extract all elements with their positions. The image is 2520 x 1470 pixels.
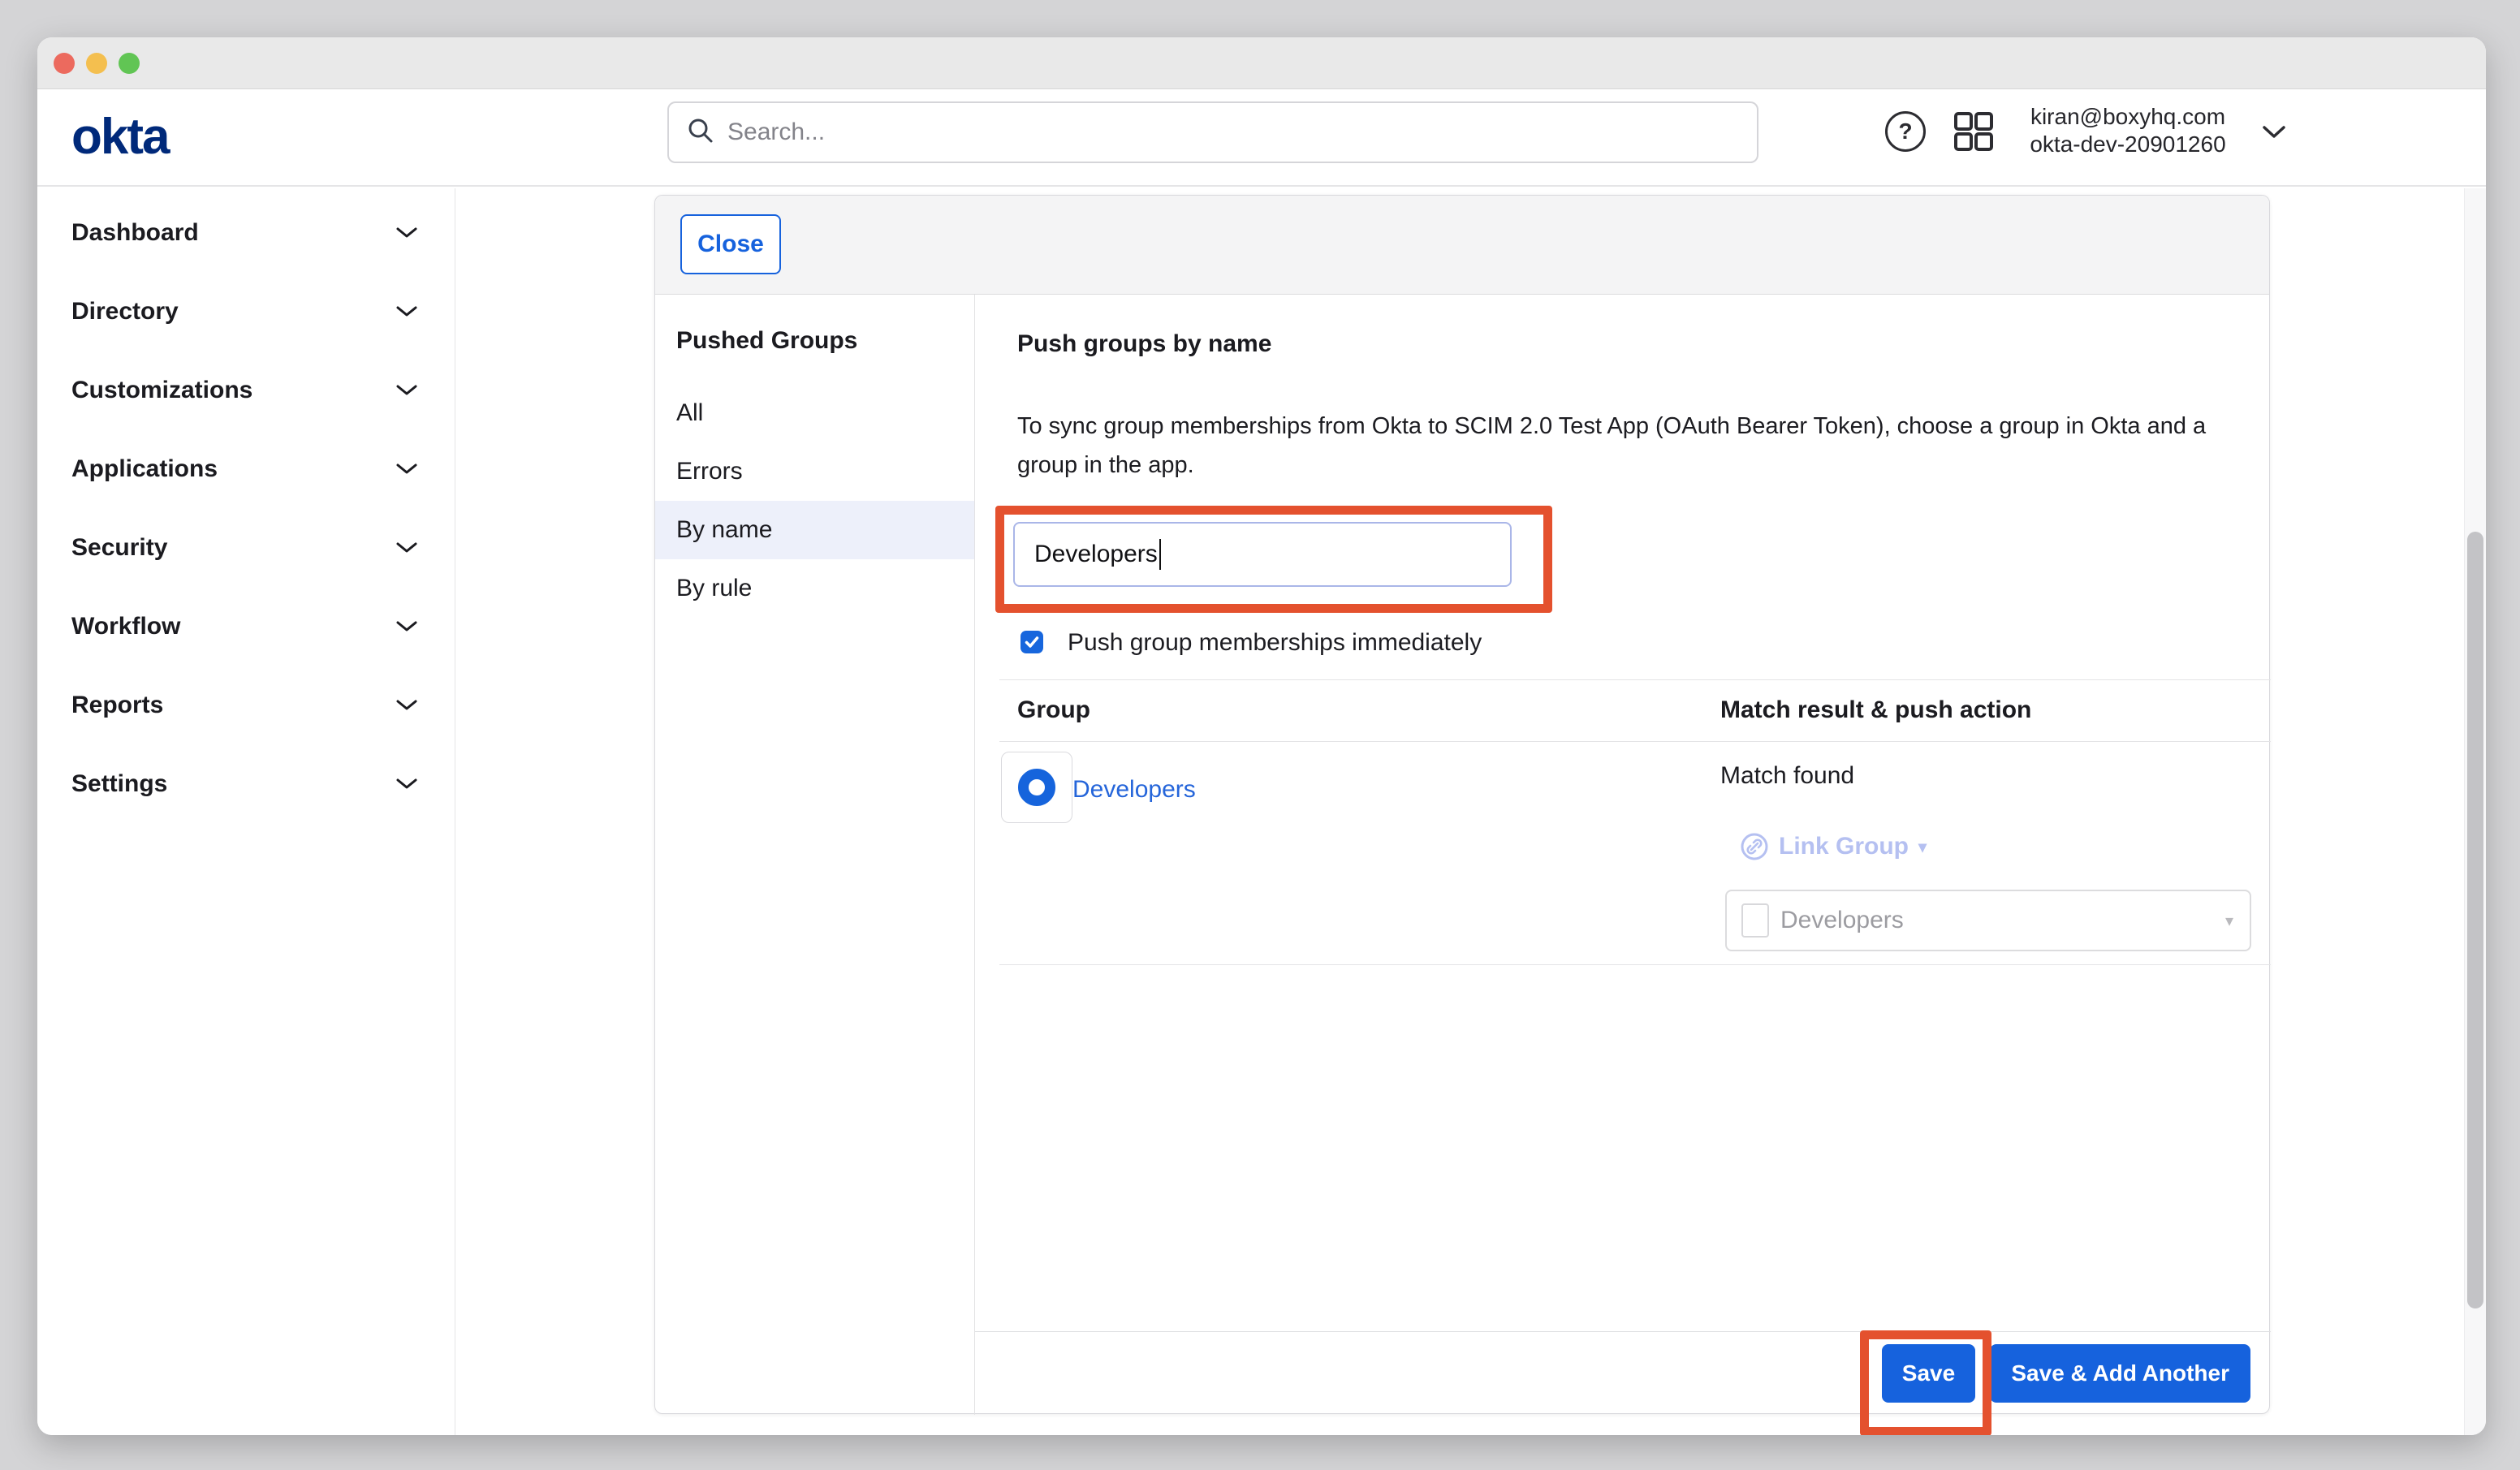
nav-item-by-name[interactable]: By name xyxy=(655,501,974,559)
caret-down-icon: ▾ xyxy=(1918,837,1927,857)
chevron-down-icon xyxy=(396,384,417,396)
column-header-group: Group xyxy=(1017,679,1090,741)
group-name-input[interactable]: Developers xyxy=(1013,522,1512,587)
sidebar-nav: Dashboard Directory Customizations Appli… xyxy=(37,188,455,1435)
chevron-down-icon xyxy=(396,778,417,790)
chevron-down-icon xyxy=(396,463,417,475)
okta-logo: okta xyxy=(71,108,168,166)
link-group-dropdown[interactable]: Link Group ▾ xyxy=(1740,832,1927,861)
nav-item-errors[interactable]: Errors xyxy=(655,442,974,501)
account-org: okta-dev-20901260 xyxy=(2010,131,2246,158)
app-group-value: Developers xyxy=(1780,907,1904,934)
group-name-input-value: Developers xyxy=(1034,541,1158,568)
form-description: To sync group memberships from Okta to S… xyxy=(1017,407,2243,485)
account-email: kiran@boxyhq.com xyxy=(2010,103,2246,131)
table-header-border xyxy=(999,741,2271,742)
link-icon xyxy=(1740,832,1769,861)
zoom-window-button[interactable] xyxy=(119,53,140,74)
column-header-match-result: Match result & push action xyxy=(1720,679,2031,741)
search-icon xyxy=(687,117,714,149)
sidebar-item-applications[interactable]: Applications xyxy=(37,429,455,508)
caret-down-icon: ▾ xyxy=(2225,911,2233,931)
sidebar-item-settings[interactable]: Settings xyxy=(37,744,455,823)
apps-grid-icon[interactable] xyxy=(1953,111,1994,152)
nav-item-all[interactable]: All xyxy=(655,384,974,442)
group-name-link[interactable]: Developers xyxy=(1072,776,1196,804)
sidebar-item-directory[interactable]: Directory xyxy=(37,272,455,351)
account-menu[interactable]: kiran@boxyhq.com okta-dev-20901260 xyxy=(2010,103,2246,158)
close-window-button[interactable] xyxy=(54,53,75,74)
app-header: okta Search... ? kiran@boxyhq.com okta-d… xyxy=(37,90,2486,187)
chevron-down-icon xyxy=(396,226,417,239)
sidebar-item-dashboard[interactable]: Dashboard xyxy=(37,193,455,272)
table-row-border xyxy=(999,964,2271,965)
close-button[interactable]: Close xyxy=(680,214,781,274)
scrollbar-track[interactable] xyxy=(2464,188,2486,1435)
chevron-down-icon xyxy=(396,541,417,554)
chevron-down-icon xyxy=(396,699,417,711)
scrollbar-thumb[interactable] xyxy=(2467,532,2483,1308)
match-status: Match found xyxy=(1720,762,1854,790)
push-immediately-label: Push group memberships immediately xyxy=(1068,629,1482,657)
chevron-down-icon xyxy=(396,305,417,317)
link-group-label: Link Group xyxy=(1779,833,1909,860)
browser-window: okta Search... ? kiran@boxyhq.com okta-d… xyxy=(37,37,2486,1435)
sidebar-item-workflow[interactable]: Workflow xyxy=(37,587,455,666)
panel-header: Close xyxy=(655,196,2269,295)
table-top-border xyxy=(999,679,2271,680)
nav-item-by-rule[interactable]: By rule xyxy=(655,559,974,618)
chevron-down-icon xyxy=(396,620,417,632)
pushed-groups-nav: Pushed Groups All Errors By name By rule xyxy=(655,295,975,1415)
checkmark-icon xyxy=(1024,634,1040,650)
search-placeholder: Search... xyxy=(727,119,825,146)
text-cursor xyxy=(1159,539,1161,570)
minimize-window-button[interactable] xyxy=(86,53,107,74)
sidebar-item-reports[interactable]: Reports xyxy=(37,666,455,744)
push-immediately-checkbox[interactable] xyxy=(1021,631,1043,653)
sidebar-item-security[interactable]: Security xyxy=(37,508,455,587)
app-group-select[interactable]: Developers ▾ xyxy=(1725,890,2251,951)
footer-divider xyxy=(975,1331,2271,1332)
sidebar-item-customizations[interactable]: Customizations xyxy=(37,351,455,429)
pushed-groups-title: Pushed Groups xyxy=(676,327,857,355)
help-icon[interactable]: ? xyxy=(1885,111,1926,152)
group-circle-icon xyxy=(1018,769,1055,806)
search-input[interactable]: Search... xyxy=(667,101,1758,163)
save-add-another-button[interactable]: Save & Add Another xyxy=(1990,1344,2250,1403)
chevron-down-icon[interactable] xyxy=(2262,124,2286,143)
form-title: Push groups by name xyxy=(1017,330,1271,358)
macos-titlebar xyxy=(37,37,2486,89)
app-group-placeholder-icon xyxy=(1741,903,1769,938)
save-button[interactable]: Save xyxy=(1882,1344,1975,1403)
push-groups-panel: Close Pushed Groups All Errors By name B… xyxy=(654,195,2270,1414)
group-avatar xyxy=(1001,752,1072,823)
